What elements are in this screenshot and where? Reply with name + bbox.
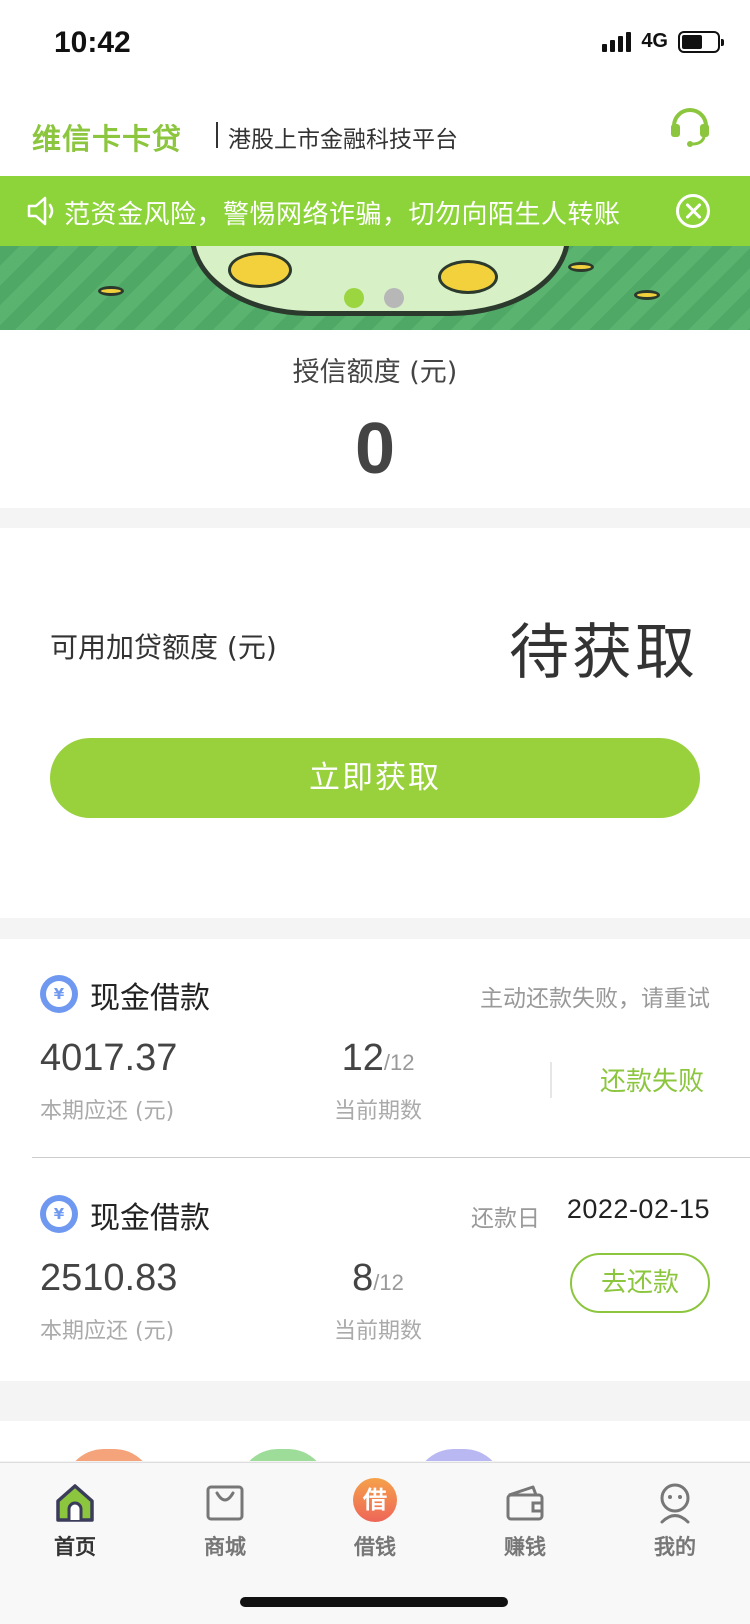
shopping-bag-icon bbox=[206, 1485, 244, 1521]
due-date-label: 还款日 bbox=[471, 1206, 540, 1232]
banner-carousel[interactable] bbox=[0, 246, 750, 330]
home-icon bbox=[56, 1484, 94, 1522]
close-circle-icon[interactable] bbox=[676, 194, 710, 228]
profile-icon bbox=[660, 1483, 690, 1524]
status-bar: 10:42 4G bbox=[0, 0, 750, 88]
loan-amount: 4017.37 bbox=[40, 1037, 178, 1079]
coin-icon bbox=[568, 262, 594, 272]
bottom-tab-bar: 首页 商城 借 借钱 赚钱 我的 bbox=[0, 1462, 750, 1624]
tab-borrow[interactable]: 借 借钱 bbox=[300, 1463, 450, 1563]
app-header: 维信卡卡贷 港股上市金融科技平台 bbox=[0, 88, 750, 176]
loan-period: 8/12 bbox=[318, 1257, 438, 1300]
loan-amount-label: 本期应还 (元) bbox=[40, 1099, 175, 1124]
addon-credit-value: 待获取 bbox=[509, 618, 698, 688]
coin-icon bbox=[438, 260, 498, 294]
notice-bar: 范资金风险，警惕网络诈骗，切勿向陌生人转账 bbox=[0, 176, 750, 246]
credit-limit-card: 授信额度 (元) 0 bbox=[0, 330, 750, 508]
credit-limit-label: 授信额度 (元) bbox=[292, 357, 458, 388]
period-current: 12 bbox=[341, 1037, 384, 1079]
loan-title: 现金借款 bbox=[90, 981, 210, 1016]
due-date-value: 2022-02-15 bbox=[566, 1194, 710, 1224]
period-total: /12 bbox=[383, 1050, 415, 1075]
carousel-dot-active[interactable] bbox=[344, 288, 364, 308]
tab-label: 赚钱 bbox=[504, 1535, 546, 1559]
feature-icon[interactable] bbox=[414, 1449, 504, 1461]
divider bbox=[32, 1157, 750, 1158]
loan-period-label: 当前期数 bbox=[333, 1319, 422, 1344]
home-indicator bbox=[240, 1597, 508, 1607]
wallet-icon bbox=[506, 1485, 544, 1521]
battery-icon bbox=[678, 30, 724, 53]
tab-mine[interactable]: 我的 bbox=[600, 1463, 750, 1563]
loan-note: 主动还款失败，请重试 bbox=[480, 986, 710, 1012]
addon-credit-card: 可用加贷额度 (元) 待获取 立即获取 bbox=[0, 528, 750, 918]
tab-label: 借钱 bbox=[354, 1535, 396, 1559]
loan-amount-label: 本期应还 (元) bbox=[40, 1319, 175, 1344]
tab-home[interactable]: 首页 bbox=[0, 1463, 150, 1563]
brand-divider bbox=[216, 122, 218, 148]
period-total: /12 bbox=[373, 1270, 404, 1295]
tab-earn[interactable]: 赚钱 bbox=[450, 1463, 600, 1563]
loan-period-label: 当前期数 bbox=[333, 1099, 422, 1124]
get-now-button[interactable]: 立即获取 bbox=[50, 738, 700, 818]
coin-icon bbox=[634, 290, 660, 300]
repay-failed-status[interactable]: 还款失败 bbox=[600, 1061, 704, 1098]
tab-label: 首页 bbox=[54, 1535, 96, 1559]
headset-icon[interactable] bbox=[668, 102, 712, 148]
network-type: 4G bbox=[641, 30, 668, 52]
status-time: 10:42 bbox=[54, 26, 131, 59]
status-indicators: 4G bbox=[602, 30, 724, 53]
signal-icon bbox=[602, 31, 632, 52]
loan-item[interactable]: ¥ 现金借款 主动还款失败，请重试 4017.37 本期应还 (元) 12/12… bbox=[0, 939, 750, 1159]
brand-logo: 维信卡卡贷 bbox=[32, 122, 183, 156]
coin-icon bbox=[98, 286, 124, 296]
tab-label: 我的 bbox=[654, 1535, 696, 1559]
speaker-icon bbox=[27, 196, 54, 226]
loan-title: 现金借款 bbox=[90, 1201, 210, 1236]
notice-text: 范资金风险，警惕网络诈骗，切勿向陌生人转账 bbox=[64, 200, 621, 230]
borrow-icon: 借 bbox=[353, 1478, 397, 1522]
carousel-dot[interactable] bbox=[384, 288, 404, 308]
battery-level bbox=[682, 34, 702, 49]
tab-mall[interactable]: 商城 bbox=[150, 1463, 300, 1563]
feature-grid-peek bbox=[0, 1421, 750, 1461]
divider bbox=[550, 1062, 552, 1098]
loan-period: 12/12 bbox=[318, 1037, 438, 1080]
brand-slogan: 港股上市金融科技平台 bbox=[228, 127, 458, 153]
feature-icon[interactable] bbox=[64, 1449, 154, 1461]
loan-list: ¥ 现金借款 主动还款失败，请重试 4017.37 本期应还 (元) 12/12… bbox=[0, 939, 750, 1381]
loan-amount: 2510.83 bbox=[40, 1257, 178, 1299]
period-current: 8 bbox=[352, 1257, 374, 1299]
credit-limit-value: 0 bbox=[354, 409, 396, 489]
loan-item[interactable]: ¥ 现金借款 还款日 2022-02-15 2510.83 本期应还 (元) 8… bbox=[0, 1159, 750, 1379]
tab-label: 商城 bbox=[204, 1535, 246, 1559]
feature-icon[interactable] bbox=[238, 1449, 328, 1461]
coin-icon bbox=[228, 252, 292, 288]
addon-credit-label: 可用加贷额度 (元) bbox=[50, 631, 277, 664]
repay-button[interactable]: 去还款 bbox=[570, 1253, 710, 1313]
